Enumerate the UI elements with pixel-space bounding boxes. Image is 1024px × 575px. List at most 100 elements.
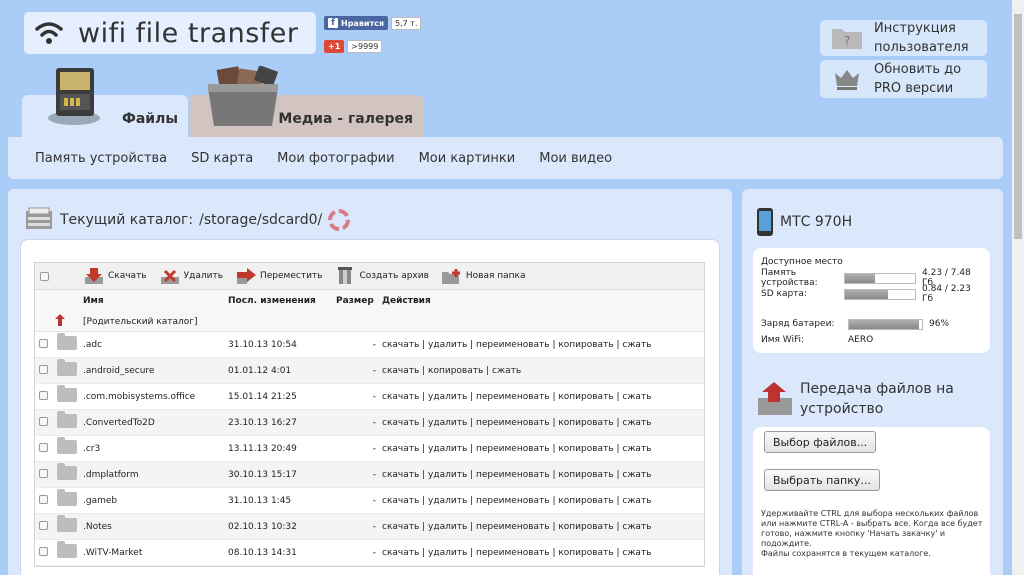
sd-value: 0.84 / 2.23 Гб — [922, 284, 971, 304]
upgrade-pro-button[interactable]: Обновить до PRO версии — [820, 60, 987, 98]
select-all-checkbox[interactable] — [40, 271, 49, 281]
row-checkbox[interactable] — [39, 494, 48, 504]
file-date: 13.11.13 20:49 — [228, 443, 297, 454]
folder-icon — [57, 385, 77, 402]
nav-device-memory[interactable]: Память устройства — [35, 151, 167, 166]
file-actions[interactable]: скачать | удалить | переименовать | копи… — [382, 418, 704, 428]
file-date: 08.10.13 14:31 — [228, 547, 297, 558]
parent-directory-row[interactable]: [Родительский каталог] — [35, 312, 704, 332]
device-info-panel: МТС 970Н Доступное место Память устройст… — [742, 189, 1003, 575]
row-checkbox[interactable] — [39, 364, 48, 374]
select-files-button[interactable]: Выбор файлов... — [764, 431, 877, 453]
tab-files-label: Файлы — [121, 111, 178, 127]
file-name[interactable]: .ConvertedTo2D — [83, 418, 228, 428]
move-button[interactable]: Переместить — [235, 267, 322, 285]
tab-media-label: Медиа - галерея — [278, 111, 413, 127]
nav-my-videos[interactable]: Мои видео — [539, 151, 612, 166]
file-browser-panel: Текущий каталог: /storage/sdcard0/ Скача… — [8, 189, 732, 575]
table-row[interactable]: .adc 31.10.13 10:54 - скачать | удалить | п… — [35, 332, 704, 358]
scrollbar-thumb[interactable] — [1014, 14, 1022, 239]
parent-directory-link[interactable]: [Родительский каталог] — [83, 317, 198, 327]
file-actions[interactable]: скачать | удалить | переименовать | копи… — [382, 392, 704, 402]
file-date: 01.01.12 4:01 — [228, 365, 292, 376]
page-scrollbar[interactable] — [1012, 0, 1024, 575]
device-name: МТС 970Н — [780, 214, 853, 230]
table-row[interactable]: .com.mobisystems.office 15.01.14 21:25 - ск… — [35, 384, 704, 410]
column-modified[interactable]: Посл. изменения — [228, 296, 336, 306]
row-checkbox[interactable] — [39, 416, 48, 426]
current-directory-path: /storage/sdcard0/ — [199, 212, 323, 228]
file-actions[interactable]: скачать | удалить | переименовать | копи… — [382, 340, 704, 350]
file-list-container: Скачать Удалить Переместить Создать архи… — [20, 239, 720, 575]
nav-sd-card[interactable]: SD карта — [191, 151, 253, 166]
upload-folder-icon — [758, 382, 792, 415]
file-actions[interactable]: скачать | копировать | сжать — [382, 366, 704, 376]
table-row[interactable]: .cr3 13.11.13 20:49 - скачать | удалить | п… — [35, 436, 704, 462]
file-actions[interactable]: скачать | удалить | переименовать | копи… — [382, 496, 704, 506]
file-actions[interactable]: скачать | удалить | переименовать | копи… — [382, 470, 704, 480]
file-size: - — [372, 495, 376, 506]
nav-my-photos[interactable]: Мои фотографии — [277, 151, 394, 166]
up-arrow-icon — [55, 314, 65, 326]
delete-button[interactable]: Удалить — [159, 267, 223, 285]
upgrade-pro-label: Обновить до PRO версии — [874, 62, 962, 96]
file-size: - — [372, 391, 376, 402]
table-row[interactable]: .Notes 02.10.13 10:32 - скачать | удалить |… — [35, 514, 704, 540]
table-row[interactable]: .dmplatform 30.10.13 15:17 - скачать | удал… — [35, 462, 704, 488]
table-row[interactable]: .gameb 31.10.13 1:45 - скачать | удалить | … — [35, 488, 704, 514]
new-folder-button[interactable]: Новая папка — [441, 267, 526, 285]
row-checkbox[interactable] — [39, 338, 48, 348]
column-size[interactable]: Размер — [336, 296, 382, 306]
help-folder-icon: ? — [832, 29, 862, 49]
file-table: Скачать Удалить Переместить Создать архи… — [34, 262, 705, 567]
upload-hint: Удерживайте CTRL для выбора нескольких ф… — [761, 509, 983, 558]
row-checkbox[interactable] — [39, 468, 48, 478]
file-actions[interactable]: скачать | удалить | переименовать | копи… — [382, 444, 704, 454]
row-checkbox[interactable] — [39, 520, 48, 530]
file-toolbar: Скачать Удалить Переместить Создать архи… — [35, 263, 704, 290]
app-logo: wifi file transfer — [24, 12, 316, 54]
table-row[interactable]: .android_secure 01.01.12 4:01 - скачать | к… — [35, 358, 704, 384]
facebook-like-button[interactable]: f Нравится — [324, 16, 389, 30]
download-button[interactable]: Скачать — [83, 267, 147, 285]
table-row[interactable]: .WiTV-Market 08.10.13 14:31 - скачать | уда… — [35, 540, 704, 566]
battery-label: Заряд батареи: — [761, 319, 835, 329]
memory-bar — [844, 272, 917, 284]
file-name[interactable]: .cr3 — [83, 444, 228, 454]
row-checkbox[interactable] — [39, 442, 48, 452]
nav-bar: Память устройства SD карта Мои фотографи… — [8, 137, 1003, 179]
new-folder-icon — [441, 269, 460, 284]
gplus-button[interactable]: +1 — [324, 39, 345, 53]
media-box-icon — [208, 66, 279, 126]
file-name[interactable]: .Notes — [83, 522, 228, 532]
column-name[interactable]: Имя — [83, 296, 228, 306]
refresh-icon[interactable] — [328, 209, 351, 231]
file-date: 31.10.13 10:54 — [228, 339, 297, 350]
file-name[interactable]: .android_secure — [83, 366, 228, 376]
file-name[interactable]: .WiTV-Market — [83, 548, 228, 558]
sd-card-icon — [48, 68, 100, 125]
current-directory-label: Текущий каталог: — [60, 212, 194, 228]
select-folder-button[interactable]: Выбрать папку... — [764, 469, 880, 491]
download-icon — [85, 268, 103, 284]
row-checkbox[interactable] — [39, 546, 48, 556]
file-name[interactable]: .dmplatform — [83, 470, 228, 480]
user-guide-button[interactable]: ? Инструкция пользователя — [820, 20, 987, 56]
memory-label: Память устройства: — [761, 268, 818, 288]
upload-header: Передача файлов на устройство — [756, 379, 960, 419]
sd-label: SD карта: — [761, 289, 807, 299]
file-name[interactable]: .com.mobisystems.office — [83, 392, 228, 402]
upload-title: Передача файлов на устройство — [800, 381, 954, 417]
table-row[interactable]: .ConvertedTo2D 23.10.13 16:27 - скачать | у… — [35, 410, 704, 436]
file-actions[interactable]: скачать | удалить | переименовать | копи… — [382, 522, 704, 532]
nav-my-pictures[interactable]: Мои картинки — [419, 151, 516, 166]
file-name[interactable]: .adc — [83, 340, 228, 350]
create-archive-button[interactable]: Создать архив — [334, 267, 429, 285]
column-actions: Действия — [382, 296, 431, 306]
device-header: МТС 970Н — [756, 207, 852, 237]
file-actions[interactable]: скачать | удалить | переименовать | копи… — [382, 548, 704, 558]
file-size: - — [372, 443, 376, 454]
wifi-label: Имя WiFi: — [761, 335, 805, 345]
file-name[interactable]: .gameb — [83, 496, 228, 506]
row-checkbox[interactable] — [39, 390, 48, 400]
